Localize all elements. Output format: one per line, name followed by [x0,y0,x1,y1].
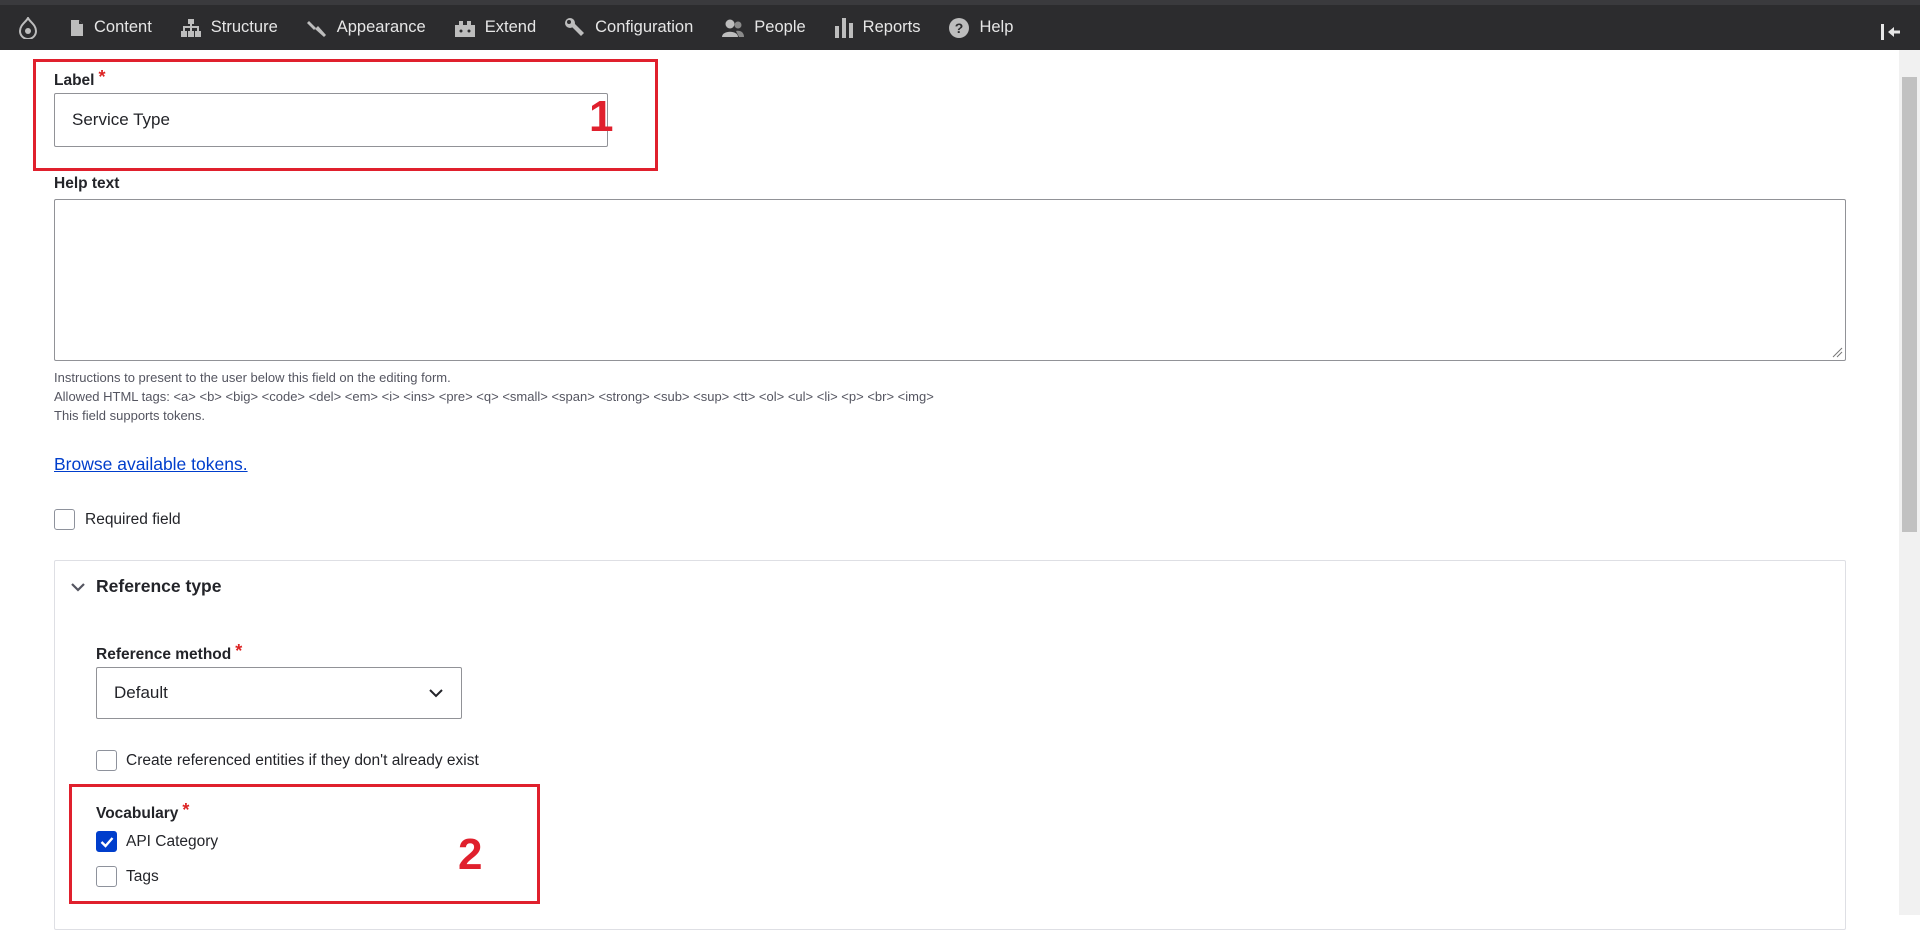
collapse-toolbar-button[interactable] [1876,17,1906,47]
reference-method-label: Reference method * [96,641,243,664]
create-referenced-label[interactable]: Create referenced entities if they don't… [126,752,479,770]
toolbar-item-structure[interactable]: Structure [167,5,293,50]
puzzle-icon [454,20,475,37]
label-input[interactable] [54,93,608,147]
svg-text:?: ? [955,20,964,36]
help-text-label-text: Help text [54,175,120,192]
toolbar-item-label: Help [979,18,1014,36]
required-field-label[interactable]: Required field [85,511,181,529]
wrench-icon [565,17,585,36]
description-line: Allowed HTML tags: <a> <b> <big> <code> … [54,389,934,404]
required-marker: * [235,641,243,661]
people-icon [722,19,745,37]
help-text-description: Instructions to present to the user belo… [54,368,934,425]
vocabulary-tags-label[interactable]: Tags [126,868,159,886]
help-icon: ? [949,17,970,38]
toolbar-item-help[interactable]: ? Help [935,5,1028,50]
toolbar-item-label: People [754,18,806,36]
page-scrollbar[interactable] [1899,50,1920,915]
admin-toolbar: Content Structure Appearance Extend Conf… [0,0,1920,50]
document-icon [71,19,83,36]
description-line: This field supports tokens. [54,408,206,423]
browse-tokens-link[interactable]: Browse available tokens. [54,454,248,475]
toolbar-item-configuration[interactable]: Configuration [551,5,708,50]
paintbrush-icon [306,20,326,37]
help-text-textarea[interactable] [54,199,1846,361]
create-referenced-checkbox[interactable] [96,750,117,771]
description-line: Instructions to present to the user belo… [54,370,451,385]
toolbar-item-people[interactable]: People [708,5,820,50]
checkmark-icon [100,836,113,848]
toolbar-item-extend[interactable]: Extend [441,5,551,50]
vocabulary-tags-checkbox[interactable] [96,866,117,887]
resize-grip-icon[interactable] [1831,346,1843,358]
bar-chart-icon [834,17,853,38]
toolbar-item-label: Configuration [595,18,694,36]
chevron-down-icon [71,582,85,592]
chevron-down-icon [429,689,443,698]
toolbar-item-label: Extend [484,18,537,36]
required-field-checkbox[interactable] [54,509,75,530]
drupal-drop-icon [19,16,37,39]
toolbar-item-label: Structure [210,18,278,36]
scrollbar-thumb[interactable] [1902,77,1917,532]
toolbar-item-label: Reports [862,18,921,36]
toolbar-item-label: Appearance [336,18,426,36]
reference-method-selected-value: Default [114,683,168,702]
toolbar-item-label: Content [94,18,152,36]
vocabulary-label: Vocabulary * [96,800,190,823]
reference-method-label-text: Reference method [96,646,232,663]
sitemap-icon [180,18,201,37]
required-marker: * [98,67,106,87]
required-marker: * [182,800,190,820]
vocabulary-api-category-label[interactable]: API Category [126,833,218,851]
toolbar-item-reports[interactable]: Reports [821,5,936,50]
help-text-label: Help text [54,175,119,193]
collapse-toolbar-icon [1881,24,1900,40]
toolbar-item-content[interactable]: Content [56,5,167,50]
vocabulary-label-text: Vocabulary [96,805,179,822]
vocabulary-api-category-checkbox[interactable] [96,831,117,852]
label-text: Label [54,72,95,89]
reference-type-summary-label: Reference type [96,576,222,596]
home-link[interactable] [0,5,56,50]
label-field-label: Label * [54,67,106,90]
reference-method-select[interactable]: Default [96,667,462,719]
reference-type-summary[interactable]: Reference type [71,576,221,597]
reference-type-details: Reference type [54,560,1846,930]
toolbar-item-appearance[interactable]: Appearance [293,5,441,50]
